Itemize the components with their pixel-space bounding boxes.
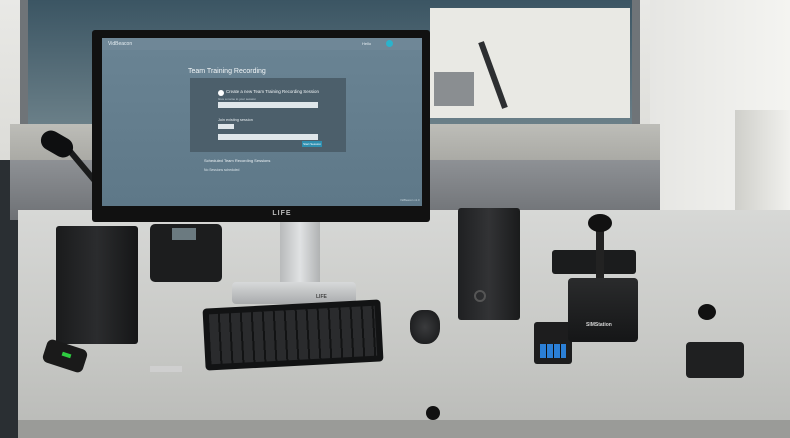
scheduled-sessions-heading: Scheduled Team Recording Sessions [204,158,271,163]
battery-pack [540,344,566,358]
speaker-volume-knob [474,290,486,302]
gooseneck-mic-base [568,278,638,342]
monitor-logo: LIFE [272,210,292,217]
desk-edge [18,420,790,438]
usb-plug [150,366,182,372]
app-topbar [102,38,422,50]
headset-microphone [426,406,440,420]
keyboard-keys [208,305,378,365]
earpiece [698,304,716,320]
create-session-label: Create a new Team Training Recording Ses… [226,89,319,94]
gooseneck-brand-label: SIMStation [586,322,612,328]
photo-scene: LIFE VidBeacon Hello Team Training Recor… [0,0,790,438]
monitor-screen: VidBeacon Hello Team Training Recording … [102,38,422,206]
monitor-stand-neck [280,222,320,284]
page-title: Team Training Recording [188,68,266,75]
no-sessions-text: No Sessions scheduled [204,168,240,172]
user-greeting[interactable]: Hello [362,41,371,46]
phone-display [172,228,196,240]
wireless-transmitter [686,342,744,378]
join-session-select[interactable] [218,124,234,129]
stand-logo: LIFE [316,294,327,300]
gooseneck-mic-head [588,214,612,232]
session-name-input[interactable] [218,102,318,108]
create-session-radio[interactable] [218,90,224,96]
left-speaker [56,226,138,344]
start-session-button[interactable]: Start Session [302,141,322,147]
gooseneck-rod [596,228,604,282]
join-session-input[interactable] [218,134,318,140]
join-session-label: Join existing session [218,118,253,122]
user-avatar[interactable] [386,40,393,47]
app-brand: VidBeacon [108,41,133,47]
power-brick [552,250,636,274]
app-footer: VidBeacon v1.0 [400,198,420,202]
session-name-note: Give a name to your session [218,97,257,101]
window-device [434,72,474,106]
right-speaker [458,208,520,320]
mouse [410,310,440,344]
